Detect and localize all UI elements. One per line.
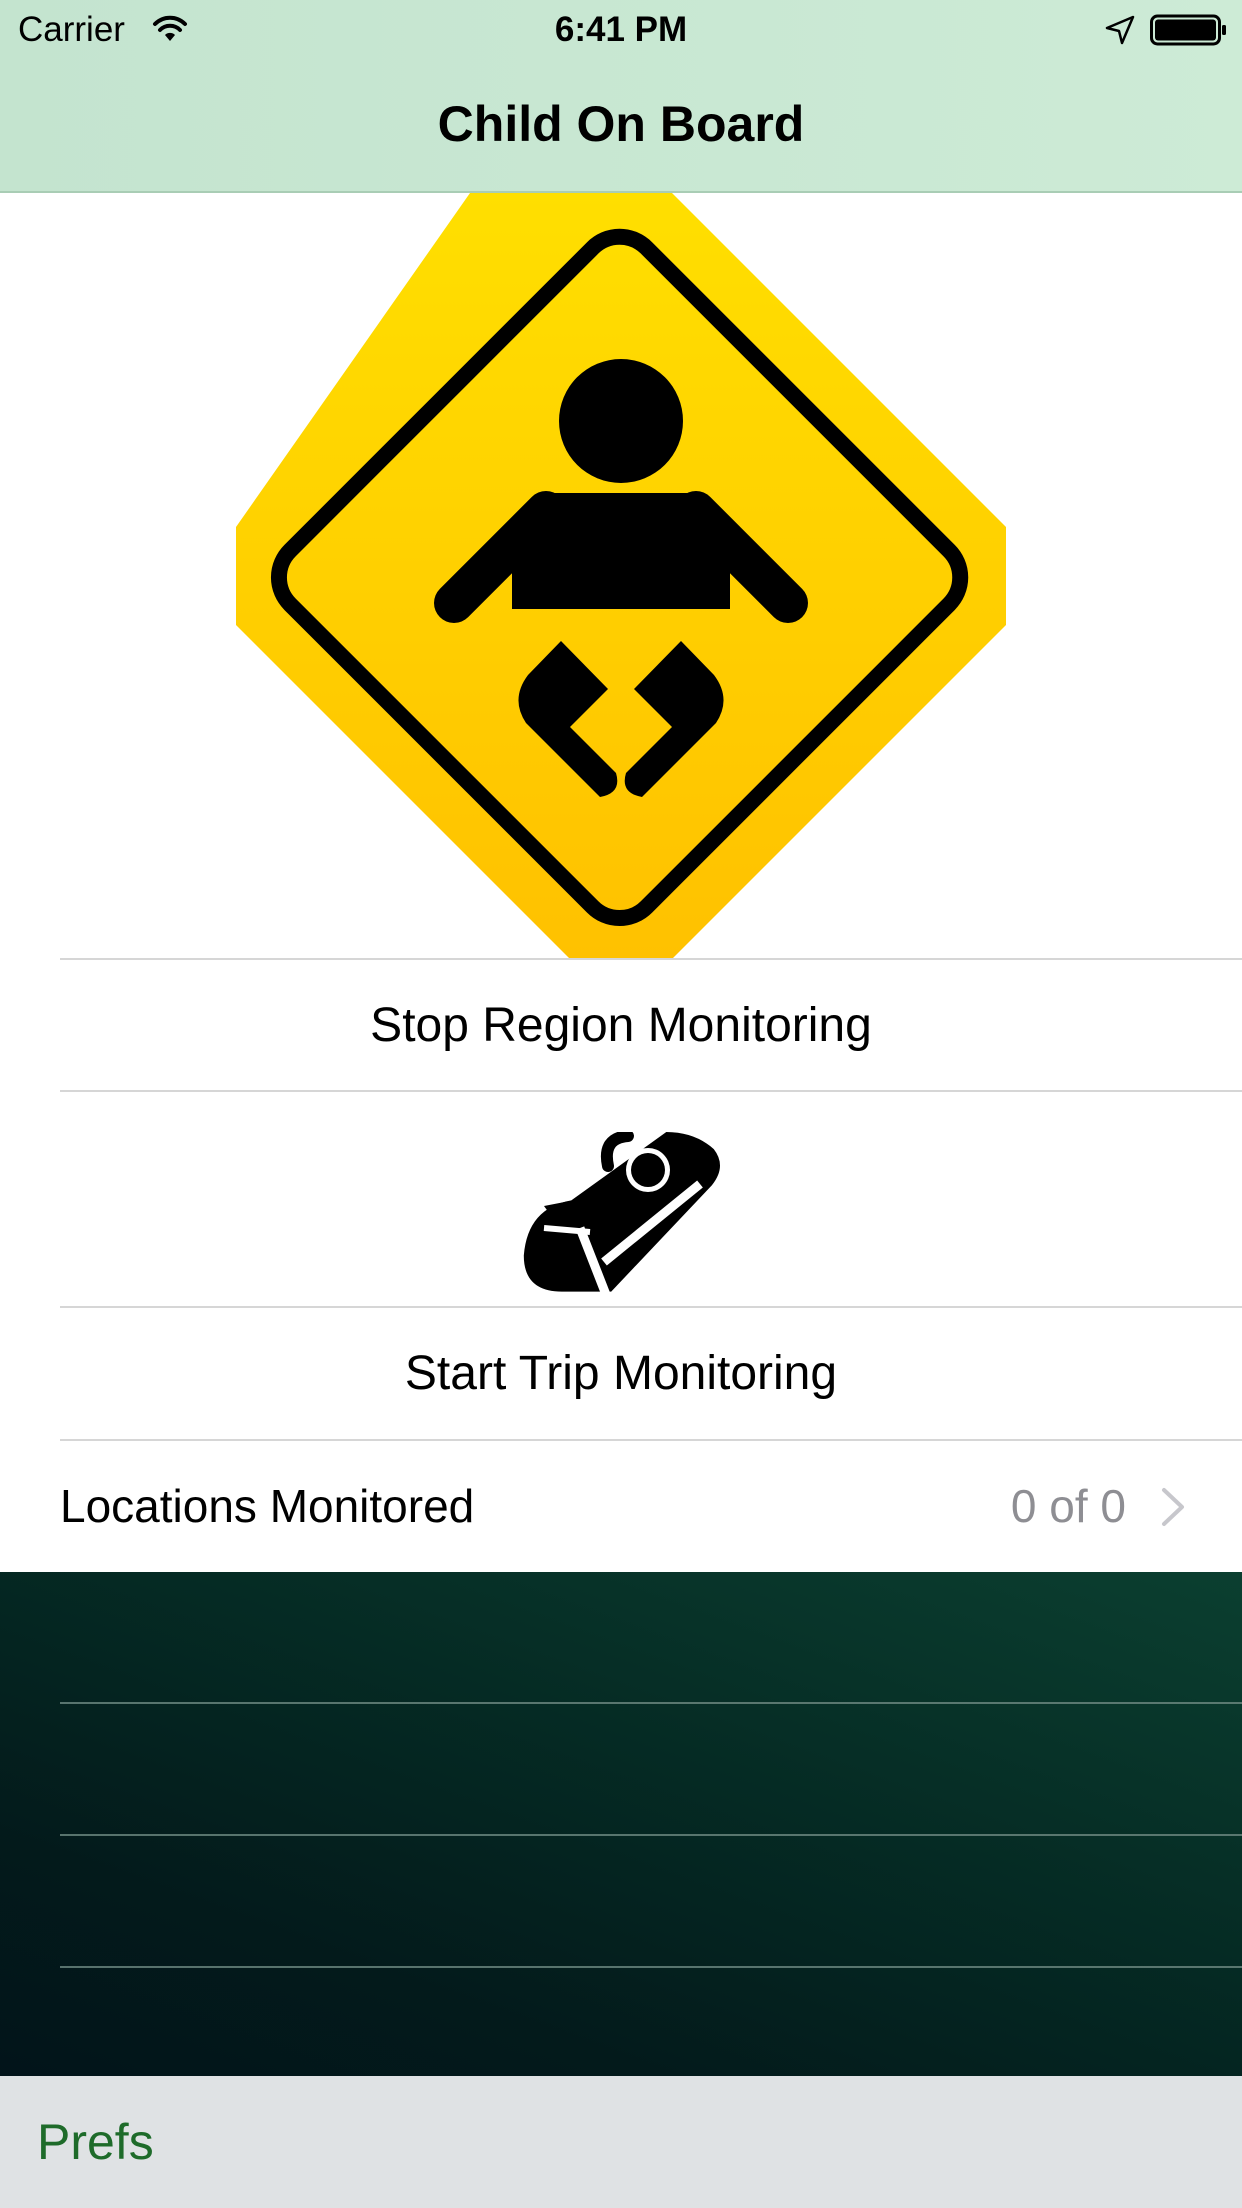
status-time: 6:41 PM xyxy=(554,10,688,49)
location-arrow-icon xyxy=(1105,15,1135,45)
hero-image xyxy=(0,193,1242,959)
row-separator xyxy=(60,1702,1242,1704)
prefs-button[interactable]: Prefs xyxy=(37,2076,154,2208)
locations-monitored-value: 0 of 0 xyxy=(1010,1480,1126,1532)
stop-region-monitoring-row[interactable]: Stop Region Monitoring xyxy=(0,960,1242,1091)
page-title: Child On Board xyxy=(437,96,805,152)
status-bar: Carrier 6:41 PM xyxy=(0,0,1242,60)
start-trip-monitoring-button[interactable]: Start Trip Monitoring xyxy=(0,1308,1242,1439)
battery-icon xyxy=(1150,14,1226,46)
car-seat-icon xyxy=(523,1132,721,1310)
navigation-bar: Carrier 6:41 PM Child On Board xyxy=(0,0,1242,193)
stop-region-monitoring-button[interactable]: Stop Region Monitoring xyxy=(0,960,1242,1091)
row-separator xyxy=(60,1834,1242,1836)
row-separator xyxy=(60,1966,1242,1968)
baby-on-board-sign-icon xyxy=(236,193,1006,959)
locations-monitored-label: Locations Monitored xyxy=(60,1480,475,1532)
start-trip-monitoring-row[interactable]: Start Trip Monitoring xyxy=(0,1308,1242,1439)
empty-table-area xyxy=(0,1572,1242,2076)
car-seat-row xyxy=(0,1092,1242,1310)
chevron-right-icon xyxy=(1162,1488,1184,1526)
locations-monitored-row[interactable]: Locations Monitored 0 of 0 xyxy=(0,1441,1242,1572)
bottom-toolbar: Prefs xyxy=(0,2076,1242,2208)
